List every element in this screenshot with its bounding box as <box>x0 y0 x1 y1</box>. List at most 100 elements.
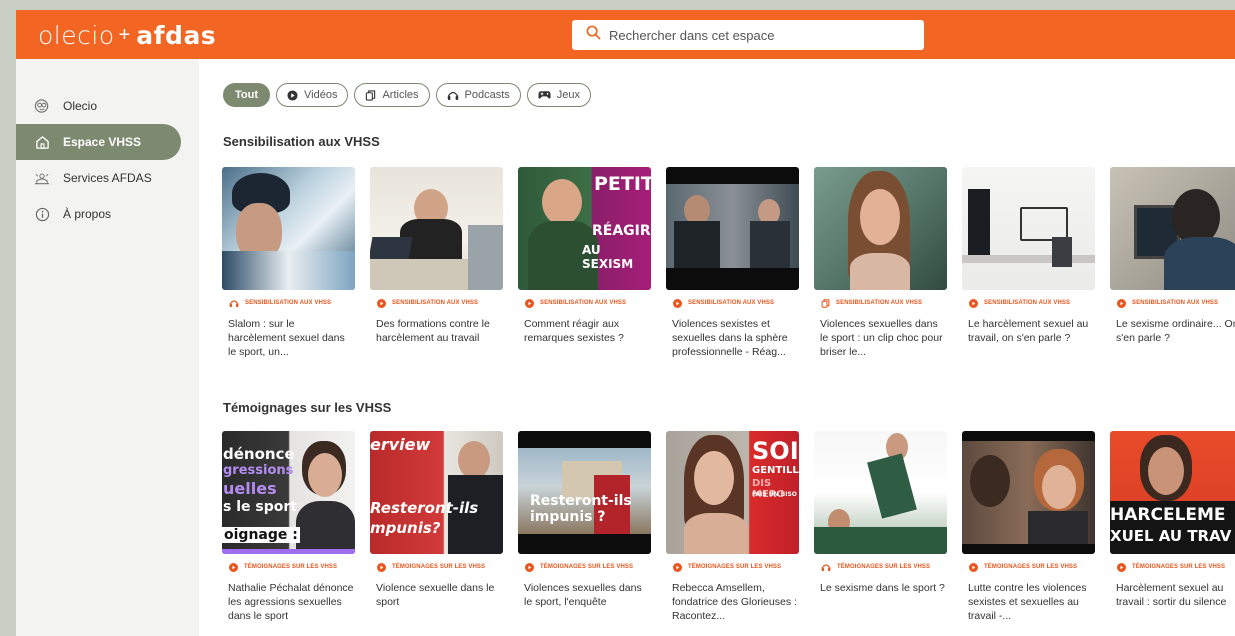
card-category-label: SENSIBILISATION AUX VHSS <box>1132 300 1219 306</box>
thumbnail-text: FAIS UN BISO <box>752 491 797 498</box>
content-card[interactable]: SENSIBILISATION AUX VHSS Le harcèlement … <box>962 167 1095 359</box>
card-title: Harcèlement sexuel au travail : sortir d… <box>1116 582 1227 608</box>
card-category-label: TÉMOIGNAGES SUR LES VHSS <box>984 564 1078 570</box>
search-icon <box>586 25 601 45</box>
card-title: Violences sexuelles dans le sport : un c… <box>820 318 943 358</box>
card-title: Rebecca Amsellem, fondatrice des Glorieu… <box>672 582 797 622</box>
filter-podcasts[interactable]: Podcasts <box>435 83 521 107</box>
info-icon <box>34 206 50 222</box>
home-icon <box>34 134 50 150</box>
article-icon <box>821 298 830 308</box>
play-icon <box>229 562 238 572</box>
play-icon <box>377 562 386 572</box>
filter-videos[interactable]: Vidéos <box>276 83 349 107</box>
article-icon <box>365 89 376 101</box>
content-card[interactable]: erview Resteront-ils mpunis? TÉMOIGNAGES… <box>370 431 503 623</box>
content-card[interactable]: SENSIBILISATION AUX VHSS Des formations … <box>370 167 503 359</box>
card-category-label: SENSIBILISATION AUX VHSS <box>984 300 1071 306</box>
card-title: Violences sexuelles dans le sport, l'enq… <box>524 582 642 608</box>
content-card[interactable]: dénonce gressions uelles s le sport oign… <box>222 431 355 623</box>
thumbnail-text: XUEL AU TRAV <box>1110 527 1232 545</box>
thumbnail-text: impunis ? <box>530 509 606 525</box>
headphones-icon <box>229 299 239 308</box>
search-box[interactable] <box>572 20 924 50</box>
content-card[interactable]: SENSIBILISATION AUX VHSS Violences sexue… <box>814 167 947 359</box>
thumbnail-image <box>814 431 947 554</box>
filter-articles[interactable]: Articles <box>354 83 430 107</box>
thumbnail-text: dénonce <box>223 445 295 463</box>
card-title: Violences sexistes et sexuelles dans la … <box>672 318 788 358</box>
card-category: SENSIBILISATION AUX VHSS <box>370 298 503 308</box>
sidebar-item-label: Olecio <box>63 99 98 113</box>
card-category: TÉMOIGNAGES SUR LES VHSS <box>814 563 947 571</box>
thumbnail-image: PETIT RÉAGIR AU SEXISM <box>518 167 651 290</box>
play-icon <box>969 298 978 308</box>
filter-tout[interactable]: Tout <box>223 83 271 107</box>
logo-plus: + <box>118 23 131 46</box>
play-icon <box>969 562 978 572</box>
card-title: Nathalie Péchalat dénonce les agressions… <box>228 582 354 622</box>
card-category-label: TÉMOIGNAGES SUR LES VHSS <box>244 564 338 570</box>
headphones-icon <box>447 90 459 101</box>
thumbnail-text: GENTILL <box>752 465 799 476</box>
sidebar-item-label: Services AFDAS <box>63 171 152 185</box>
card-category-label: SENSIBILISATION AUX VHSS <box>392 300 479 306</box>
card-title: Le sexisme dans le sport ? <box>820 582 945 594</box>
card-category: SENSIBILISATION AUX VHSS <box>814 298 947 308</box>
filter-jeux[interactable]: Jeux <box>526 83 592 107</box>
card-title: Le harcèlement sexuel au travail, on s'e… <box>968 318 1089 344</box>
section-title: Témoignages sur les VHSS <box>223 400 392 415</box>
play-icon <box>287 89 298 101</box>
thumbnail-text: AU SEXISM <box>582 243 634 271</box>
filter-bar: Tout Vidéos Articles Podcasts Jeux <box>223 83 592 107</box>
card-title: Des formations contre le harcèlement au … <box>376 318 490 344</box>
top-bar: olecio + afdas <box>16 10 1235 59</box>
thumbnail-image: Resteront-ils impunis ? <box>518 431 651 554</box>
card-title: Violence sexuelle dans le sport <box>376 582 495 608</box>
thumbnail-text: RÉAGIR <box>592 223 651 239</box>
thumbnail-text: uelles <box>223 479 277 498</box>
sidebar-item-label: À propos <box>63 207 112 221</box>
section-title: Sensibilisation aux VHSS <box>223 134 380 149</box>
card-category: TÉMOIGNAGES SUR LES VHSS <box>370 562 503 572</box>
thumbnail-image <box>1110 167 1235 290</box>
sidebar-item-espace-vhss[interactable]: Espace VHSS <box>16 124 181 160</box>
thumbnail-text: erview <box>370 435 431 454</box>
play-icon <box>525 298 534 308</box>
thumbnail-text: HARCELEME <box>1110 505 1226 525</box>
content-card[interactable]: SENSIBILISATION AUX VHSS Slalom : sur le… <box>222 167 355 359</box>
content-card[interactable]: TÉMOIGNAGES SUR LES VHSS Le sexisme dans… <box>814 431 947 623</box>
filter-label: Podcasts <box>464 89 510 101</box>
content-card[interactable]: PETIT RÉAGIR AU SEXISM SENSIBILISATION A… <box>518 167 651 359</box>
sidebar-item-a-propos[interactable]: À propos <box>16 196 181 232</box>
thumbnail-image: SOIS GENTILL DIS MERC FAIS UN BISO <box>666 431 799 554</box>
thumbnail-text: SOIS <box>752 437 799 465</box>
content-card[interactable]: Resteront-ils impunis ? TÉMOIGNAGES SUR … <box>518 431 651 623</box>
card-category-label: TÉMOIGNAGES SUR LES VHSS <box>392 564 486 570</box>
logo-olecio: olecio <box>38 20 115 50</box>
carousel-temoignages: dénonce gressions uelles s le sport oign… <box>222 431 1235 623</box>
card-category: TÉMOIGNAGES SUR LES VHSS <box>666 562 799 572</box>
play-icon <box>673 298 682 308</box>
thumbnail-image <box>666 167 799 290</box>
card-category: TÉMOIGNAGES SUR LES VHSS <box>222 562 355 572</box>
app-window: olecio + afdas Olecio Espace VHSS <box>16 10 1235 636</box>
card-category: SENSIBILISATION AUX VHSS <box>962 298 1095 308</box>
card-category: SENSIBILISATION AUX VHSS <box>222 299 355 307</box>
search-input[interactable] <box>607 26 911 44</box>
thumbnail-image <box>962 431 1095 554</box>
content-card[interactable]: SOIS GENTILL DIS MERC FAIS UN BISO TÉMOI… <box>666 431 799 623</box>
content-card[interactable]: HARCELEME XUEL AU TRAV TÉMOIGNAGES SUR L… <box>1110 431 1235 623</box>
filter-label: Articles <box>382 89 419 101</box>
content-card[interactable]: SENSIBILISATION AUX VHSS Le sexisme ordi… <box>1110 167 1235 359</box>
sidebar-item-olecio[interactable]: Olecio <box>16 88 181 124</box>
card-category-label: SENSIBILISATION AUX VHSS <box>245 300 332 306</box>
logo-afdas: afdas <box>136 20 217 50</box>
brand-logo[interactable]: olecio + afdas <box>38 20 216 50</box>
card-category-label: TÉMOIGNAGES SUR LES VHSS <box>540 564 634 570</box>
thumbnail-text: PETIT <box>594 173 651 195</box>
content-card[interactable]: TÉMOIGNAGES SUR LES VHSS Lutte contre le… <box>962 431 1095 623</box>
thumbnail-image <box>962 167 1095 290</box>
sidebar-item-services-afdas[interactable]: Services AFDAS <box>16 160 181 196</box>
content-card[interactable]: SENSIBILISATION AUX VHSS Violences sexis… <box>666 167 799 359</box>
